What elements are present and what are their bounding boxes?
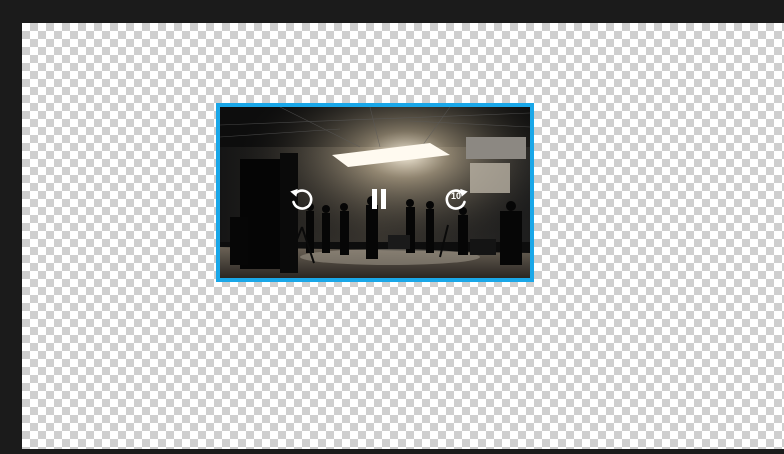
pause-icon xyxy=(372,189,386,209)
rewind-button[interactable] xyxy=(284,181,320,217)
skip-seconds-label: 10 xyxy=(450,191,461,201)
forward-10-button[interactable]: 10 xyxy=(438,181,474,217)
rewind-icon xyxy=(290,188,313,210)
pause-button[interactable] xyxy=(361,181,397,217)
playback-controls: 10 xyxy=(220,181,530,217)
video-player-layer[interactable]: 10 xyxy=(216,103,534,282)
